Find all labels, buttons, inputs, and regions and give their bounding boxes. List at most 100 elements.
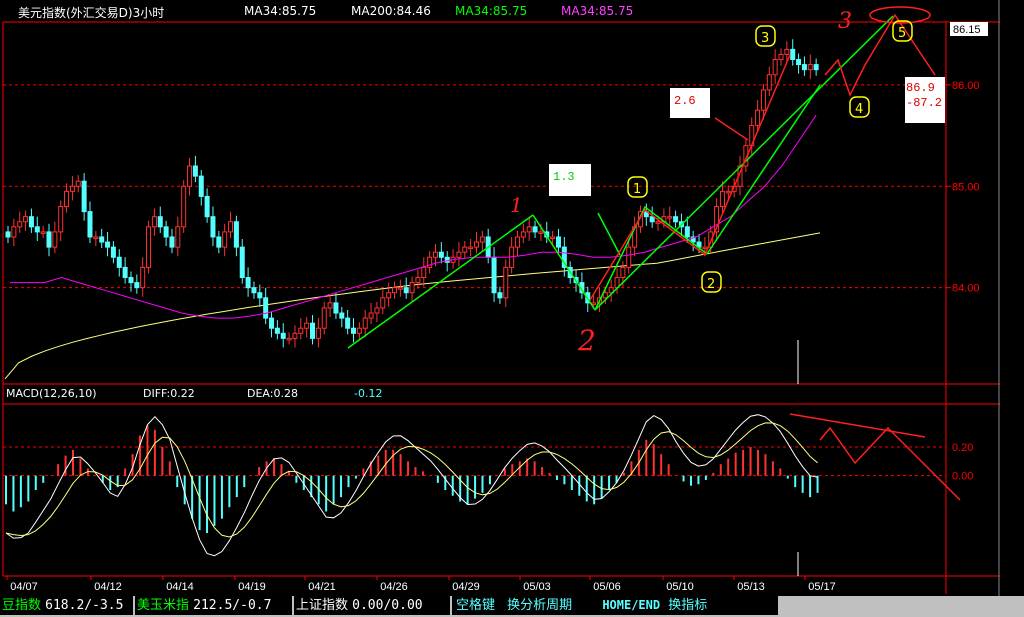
date-tick-label: 05/17	[808, 581, 836, 593]
macd-dea-line	[5, 422, 818, 538]
candle-down	[116, 256, 122, 268]
candle-up	[321, 307, 327, 329]
trendline-wave2	[532, 214, 596, 311]
candle-up	[151, 216, 157, 228]
candle-down	[245, 277, 251, 289]
candle-up	[514, 236, 520, 248]
candle-up	[415, 277, 421, 284]
ma200-line	[4, 232, 821, 380]
candle-up	[432, 251, 438, 258]
candle-up	[702, 246, 708, 250]
date-tick-label: 04/21	[308, 581, 336, 593]
quote-shanghai-label: 上证指数	[296, 598, 349, 613]
macd-name: MACD(12,26,10)	[6, 387, 97, 400]
pointer-2-6	[714, 117, 749, 141]
candle-down	[128, 277, 134, 284]
candle-up	[784, 48, 790, 55]
candle-up	[292, 332, 298, 339]
ma34-green-label: MA34:85.75	[455, 4, 528, 18]
ma34-magenta-label: MA34:85.75	[561, 4, 634, 18]
candle-down	[269, 317, 275, 329]
candle-up	[140, 266, 146, 289]
candle-up	[667, 216, 673, 219]
candle-down	[813, 64, 819, 71]
hint-area: 空格键 换分析周期 HOME/END 换指标	[452, 596, 778, 615]
quote-soybean[interactable]: 豆指数 618.2/-3.5	[0, 596, 133, 615]
date-tick-label: 04/19	[238, 581, 266, 593]
quote-corn[interactable]: 美玉米指 212.5/-0.7	[135, 596, 292, 615]
target-high-text: 86.9	[906, 81, 935, 95]
candle-up	[315, 327, 321, 339]
candle-down	[274, 327, 280, 334]
candle-down	[34, 226, 40, 233]
quote-soybean-value: 618.2/-3.5	[45, 598, 124, 613]
candle-up	[807, 64, 813, 71]
candle-up	[397, 287, 403, 290]
candle-up	[374, 307, 380, 314]
hint-space-key: 空格键	[456, 598, 496, 613]
candle-down	[239, 246, 245, 279]
candle-up	[538, 231, 544, 234]
date-tick-label: 04/29	[452, 581, 480, 593]
hint-home-end: HOME/END	[602, 598, 661, 612]
price-badge-text: 86.15	[953, 24, 981, 36]
circled-2-text: 2	[707, 277, 715, 292]
candle-up	[64, 190, 70, 208]
candle-down	[134, 282, 140, 289]
macd-tick-label: 0.00	[952, 471, 973, 483]
quote-shanghai-value: 0.00/0.00	[352, 598, 423, 613]
candle-up	[409, 282, 415, 294]
candle-up	[766, 74, 772, 91]
candle-up	[719, 190, 725, 208]
macd-diff-line	[5, 414, 818, 557]
ma200-layer	[4, 232, 821, 380]
candle-down	[251, 287, 257, 294]
label-2-6-text: 2.6	[674, 94, 696, 108]
candle-up	[725, 190, 731, 194]
candle-up	[286, 337, 292, 341]
candle-up	[778, 53, 784, 61]
candle-up	[93, 236, 99, 239]
candle-down	[790, 48, 796, 61]
candle-up	[69, 185, 75, 192]
candle-up	[755, 109, 761, 126]
candle-down	[157, 216, 163, 228]
macd-dea: DEA:0.28	[247, 387, 298, 400]
macd-divergence-line	[789, 413, 926, 438]
candle-up	[298, 327, 304, 334]
candle-down	[263, 297, 269, 319]
candle-down	[491, 256, 497, 294]
candle-up	[368, 312, 374, 319]
candle-down	[99, 236, 105, 243]
candle-down	[87, 211, 93, 238]
date-tick-label: 04/26	[380, 581, 408, 593]
candle-down	[110, 246, 116, 258]
quote-shanghai[interactable]: 上证指数 0.00/0.00	[294, 596, 450, 615]
candle-up	[222, 231, 228, 248]
candle-up	[58, 206, 64, 233]
tick-layer: 84.00 85.00 86.00 0.20 0.00 04/07 04/12 04/14 04…	[6, 22, 988, 593]
candle-down	[169, 236, 175, 248]
candle-down	[257, 292, 263, 299]
candle-down	[216, 236, 222, 248]
price-tick-label: 84.00	[952, 283, 980, 295]
status-bar: 豆指数 618.2/-3.5 美玉米指 212.5/-0.7 上证指数 0.00…	[0, 596, 1024, 617]
candle-down	[105, 241, 111, 248]
candle-down	[339, 312, 345, 319]
candle-down	[233, 221, 239, 248]
candle-up	[75, 180, 81, 187]
annotation-layer: 1.3 2.6 86.9-87.2 1 2 3 1 2 3 4 5	[347, 6, 961, 576]
date-tick-label: 05/10	[666, 581, 694, 593]
chart-canvas: 1.3 2.6 86.9-87.2 1 2 3 1 2 3 4 5 84.00 85.00 86.00 0…	[2, 0, 1000, 596]
candle-down	[163, 226, 169, 238]
candle-down	[204, 195, 210, 218]
candle-up	[392, 287, 398, 294]
circled-1-text: 1	[633, 182, 641, 197]
candle-up	[17, 221, 23, 228]
wave-label-1: 1	[510, 193, 523, 217]
candle-down	[345, 317, 351, 329]
candle-up	[655, 221, 661, 224]
candle-up	[181, 185, 187, 228]
candle-down	[684, 226, 690, 238]
quote-corn-label: 美玉米指	[137, 598, 190, 613]
